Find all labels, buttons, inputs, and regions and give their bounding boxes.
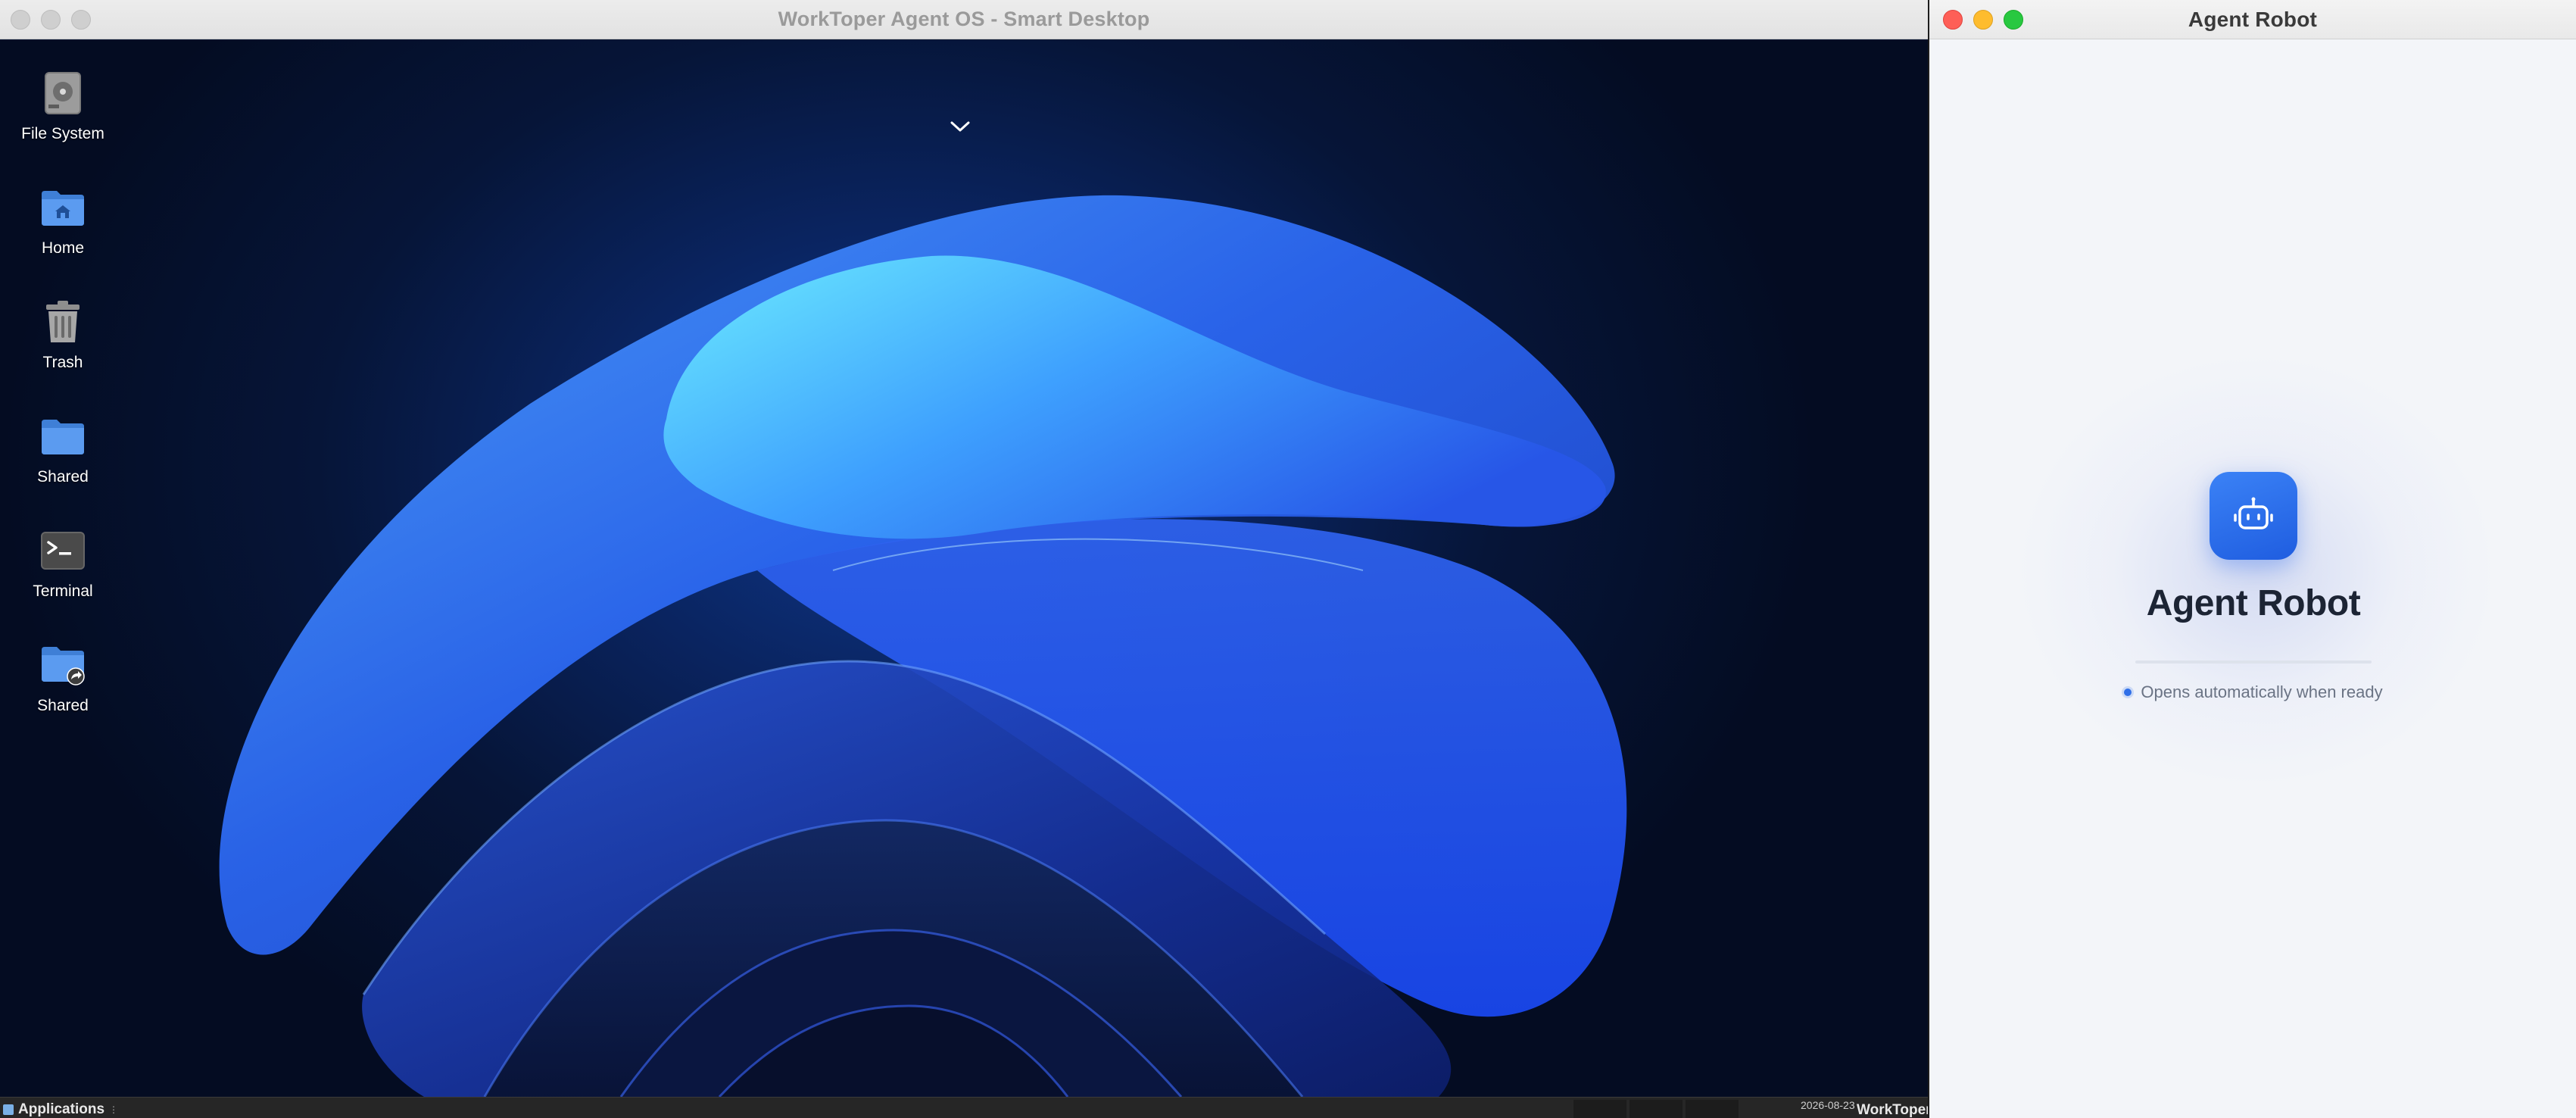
terminal-icon xyxy=(39,526,87,575)
desktop-icon-label: Terminal xyxy=(33,582,93,600)
taskbar-slot[interactable] xyxy=(1686,1100,1739,1118)
desktop-window-titlebar[interactable]: WorkToper Agent OS - Smart Desktop xyxy=(0,0,1928,39)
applications-menu-button[interactable]: Applications ⋮ xyxy=(3,1101,118,1118)
close-window-button[interactable] xyxy=(1943,10,1963,30)
desktop-icon-shared[interactable]: Shared xyxy=(15,408,111,522)
taskbar-slot[interactable] xyxy=(1573,1100,1626,1118)
maximize-window-button[interactable] xyxy=(71,10,91,30)
desktop-window: WorkToper Agent OS - Smart Desktop File … xyxy=(0,0,1928,1118)
taskbar: Applications ⋮ 2026-08-23 WorkToper xyxy=(0,1097,1928,1118)
robot-icon xyxy=(2210,472,2297,560)
desktop-icon-home[interactable]: Home xyxy=(15,179,111,293)
status-dot-icon xyxy=(2124,689,2132,696)
close-window-button[interactable] xyxy=(11,10,30,30)
agent-window-controls xyxy=(1943,10,2023,30)
desktop-icon-shared-link[interactable]: Shared xyxy=(15,636,111,751)
desktop-area[interactable]: File System Home Trash Shared Terminal S… xyxy=(0,40,1928,1097)
agent-splash: Agent Robot Opens automatically when rea… xyxy=(1929,40,2576,1118)
applications-menu-label: Applications xyxy=(18,1101,105,1117)
desktop-icon-label: Shared xyxy=(37,697,89,714)
agent-window-titlebar[interactable]: Agent Robot xyxy=(1929,0,2576,39)
disk-icon xyxy=(39,69,87,117)
folder-icon xyxy=(39,412,87,461)
desktop-icon-file-system[interactable]: File System xyxy=(15,64,111,179)
caret-icon: ⋮ xyxy=(109,1104,119,1115)
agent-status: Opens automatically when ready xyxy=(1929,682,2576,702)
desktop-icon-label: File System xyxy=(21,125,104,142)
maximize-window-button[interactable] xyxy=(2004,10,2023,30)
taskbar-clock[interactable]: 2026-08-23 xyxy=(1801,1099,1855,1111)
desktop-window-title: WorkToper Agent OS - Smart Desktop xyxy=(778,8,1150,30)
agent-app-name: Agent Robot xyxy=(2146,583,2361,623)
minimize-window-button[interactable] xyxy=(1973,10,1993,30)
agent-status-text: Opens automatically when ready xyxy=(2141,682,2383,701)
desktop-icon-trash[interactable]: Trash xyxy=(15,293,111,408)
applications-menu-icon xyxy=(3,1104,14,1115)
taskbar-brand: WorkToper xyxy=(1857,1102,1928,1118)
desktop-window-controls xyxy=(11,10,91,30)
desktop-icon-label: Trash xyxy=(42,354,83,371)
home-folder-icon xyxy=(39,183,87,232)
shared-folder-icon xyxy=(39,641,87,689)
taskbar-slot[interactable] xyxy=(1629,1100,1683,1118)
trash-icon xyxy=(39,298,87,346)
desktop-icon-list: File System Home Trash Shared Terminal S… xyxy=(15,64,111,751)
minimize-window-button[interactable] xyxy=(41,10,61,30)
loading-divider xyxy=(2135,660,2372,664)
desktop-icon-terminal[interactable]: Terminal xyxy=(15,522,111,636)
desktop-icon-label: Home xyxy=(41,239,85,257)
desktop-icon-label: Shared xyxy=(37,468,89,486)
wallpaper-image xyxy=(219,195,1627,1097)
agent-robot-window: Agent Robot Agent Robot Opens automatica… xyxy=(1928,0,2576,1118)
agent-window-title: Agent Robot xyxy=(2188,7,2318,31)
collapse-chevron-icon[interactable] xyxy=(947,113,974,140)
